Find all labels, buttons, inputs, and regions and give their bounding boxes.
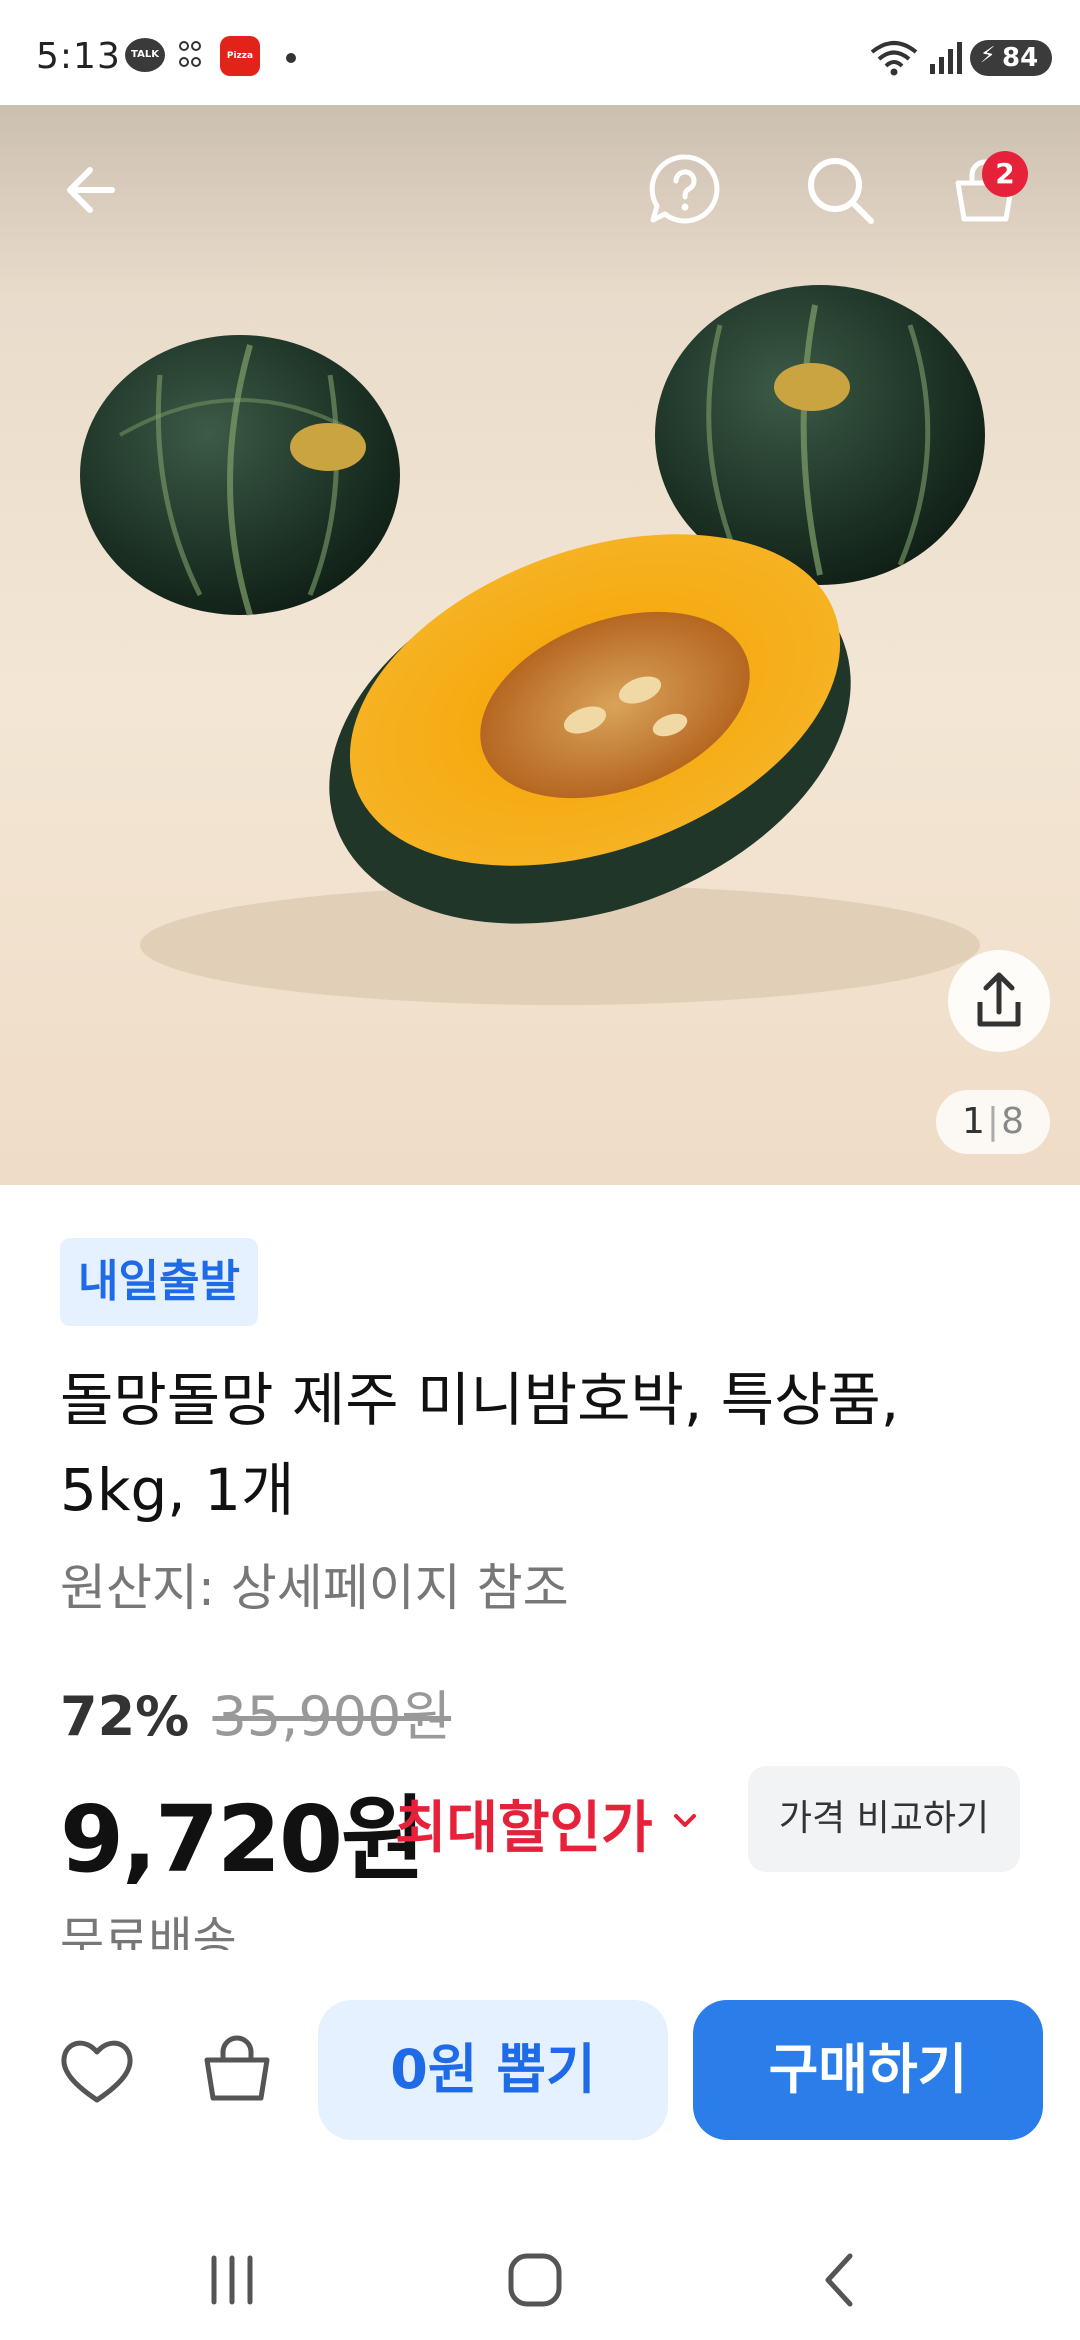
kakaotalk-notification-icon: TALK <box>125 38 165 72</box>
sale-price: 9,720원 <box>60 1786 426 1893</box>
shipping-info: 무료배송 <box>60 1912 237 1950</box>
wifi-icon <box>870 41 918 76</box>
free-draw-button[interactable]: 0원 뽑기 <box>318 2000 668 2140</box>
shopping-bag-icon[interactable] <box>195 2026 279 2110</box>
chevron-down-icon[interactable] <box>670 1805 700 1835</box>
back-nav-icon[interactable] <box>800 2240 880 2320</box>
share-button[interactable] <box>948 950 1050 1052</box>
help-bubble-icon[interactable] <box>640 145 730 235</box>
max-discount-label[interactable]: 최대할인가 <box>395 1783 653 1864</box>
status-time: 5:13 <box>36 36 121 77</box>
buy-button[interactable]: 구매하기 <box>693 2000 1043 2140</box>
recents-icon[interactable] <box>192 2240 272 2320</box>
current-page: 1 <box>962 1101 985 1142</box>
origin-info: 원산지: 상세페이지 참조 <box>60 1559 569 1617</box>
battery-icon: ⚡ 84 <box>970 40 1052 76</box>
compare-price-button[interactable]: 가격 비교하기 <box>748 1766 1020 1872</box>
delivery-badge: 내일출발 <box>60 1238 258 1326</box>
cart-button[interactable]: 2 <box>940 145 1030 235</box>
cart-count-badge: 2 <box>982 151 1028 197</box>
system-nav-bar <box>0 2200 1080 2340</box>
product-image-carousel[interactable]: 2 1|8 <box>0 105 1080 1185</box>
pizza-hut-notification-icon: Pizza Hut <box>220 36 260 101</box>
app-notification-icon <box>179 41 201 67</box>
discount-row: 72% 35,900원 <box>60 1672 451 1751</box>
product-photo <box>80 285 985 1005</box>
cell-signal-icon <box>930 42 962 74</box>
battery-level: 84 <box>1002 43 1039 73</box>
home-icon[interactable] <box>495 2240 575 2320</box>
share-icon <box>977 972 1021 1027</box>
original-price: 35,900원 <box>212 1685 452 1748</box>
discount-rate: 72% <box>60 1685 190 1748</box>
image-page-indicator: 1|8 <box>936 1090 1050 1154</box>
charging-bolt-icon: ⚡ <box>980 43 996 68</box>
back-arrow-icon[interactable] <box>50 145 140 235</box>
bottom-action-bar: 0원 뽑기 구매하기 <box>0 1950 1080 2150</box>
page-separator: | <box>986 1101 1000 1142</box>
more-notifications-dot <box>286 53 296 63</box>
heart-icon[interactable] <box>55 2028 139 2112</box>
product-title: 돌망돌망 제주 미니밤호박, 특상품, 5kg, 1개 <box>60 1366 900 1524</box>
total-pages: 8 <box>1001 1101 1024 1142</box>
status-bar: 5:13 TALK Pizza Hut ⚡ 84 <box>0 0 1080 105</box>
search-icon[interactable] <box>795 145 885 235</box>
